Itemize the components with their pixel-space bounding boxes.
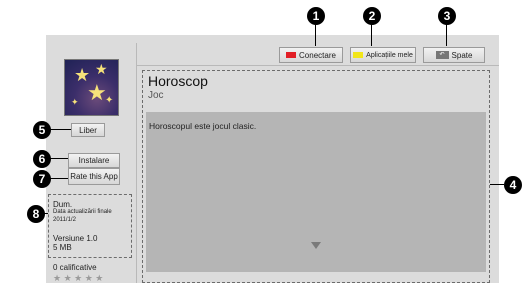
size-text: 5 MB [53,243,72,252]
callout-8: 8 [27,205,45,223]
app-thumbnail: ★ ★ ★ ✦ ✦ [64,59,119,116]
star-icon: ✦ [105,95,114,106]
my-apps-button[interactable]: Aplicațiile mele [350,47,416,63]
back-label: Spate [451,50,473,60]
app-title: Horoscop [148,73,208,89]
callout-4: 4 [504,176,522,194]
yellow-key-icon [353,52,364,58]
callout-6: 6 [33,150,51,168]
callout-3-leader [446,24,447,46]
vertical-divider [136,43,137,283]
my-apps-label: Aplicațiile mele [366,51,413,59]
callout-3: 3 [438,7,456,25]
callout-1: 1 [307,7,325,25]
app-category: Joc [148,90,164,101]
connect-button[interactable]: Conectare [279,47,343,63]
connect-label: Conectare [299,50,336,60]
callout-5: 5 [33,121,51,139]
horizontal-divider [136,65,499,66]
install-button[interactable]: Instalare [68,153,120,168]
price-label: Liber [79,125,97,135]
update-label: Data actualizării finale [53,209,112,215]
callout-5-leader [50,129,71,130]
callout-1-leader [315,24,316,46]
callout-2-leader [371,24,372,46]
star-icon: ★ [95,61,108,77]
developer-text: Dum. [53,200,73,209]
callout-4-leader [490,184,504,185]
red-key-icon [286,52,297,58]
ratings-text: 0 calificative [53,263,97,272]
back-button[interactable]: ↶ Spate [423,47,485,63]
callout-2: 2 [363,7,381,25]
back-icon: ↶ [435,51,449,59]
callout-6-leader [50,158,68,159]
star-icon: ★ [87,80,107,105]
app-description: Horoscopul este jocul clasic. [149,121,257,131]
star-icon: ✦ [71,97,79,107]
rate-app-button[interactable]: Rate this App [68,168,120,185]
install-label: Instalare [78,156,110,165]
version-text: Versiune 1.0 [53,234,98,243]
triangle-down-icon[interactable] [311,242,321,249]
rating-stars: ★ ★ ★ ★ ★ [53,273,104,283]
callout-7-leader [50,178,68,179]
free-button[interactable]: Liber [71,123,105,137]
rate-label: Rate this App [70,172,118,181]
update-date: 2011/1/2 [53,217,76,223]
callout-7: 7 [33,170,51,188]
callout-8-leader [44,213,48,214]
